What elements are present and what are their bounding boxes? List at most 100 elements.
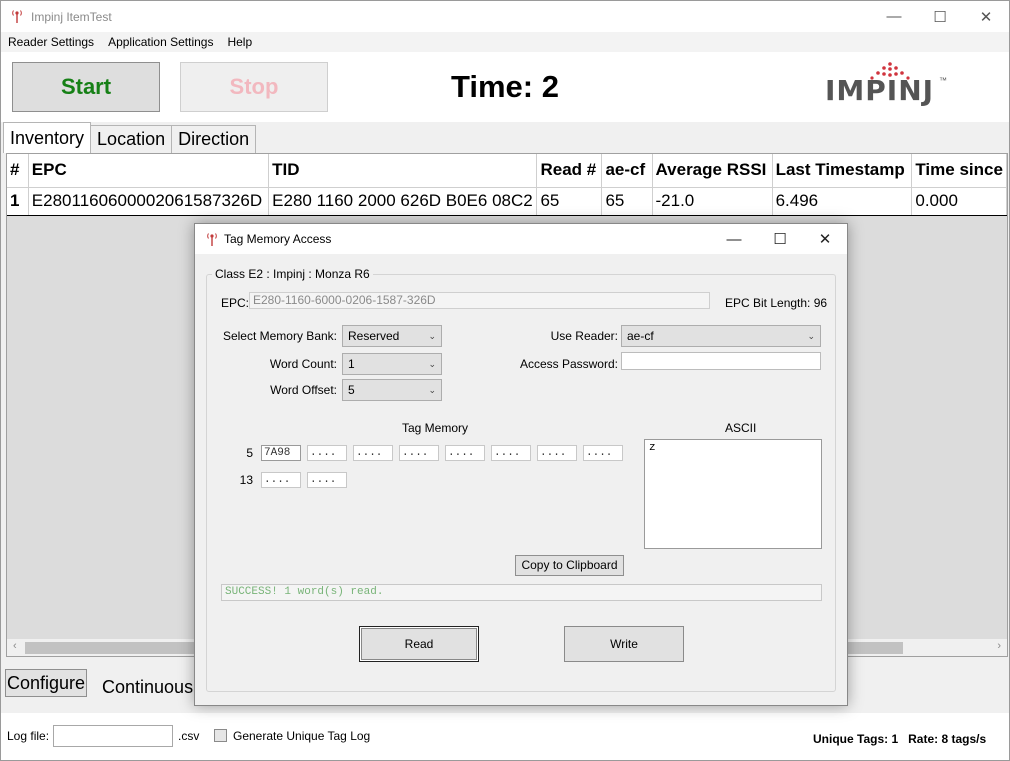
dialog-title: Tag Memory Access bbox=[224, 232, 332, 246]
memory-word[interactable]: .... bbox=[445, 445, 485, 461]
word-offset-label: Word Offset: bbox=[270, 383, 337, 397]
memory-bank-value: Reserved bbox=[348, 329, 400, 343]
ascii-label: ASCII bbox=[725, 421, 757, 435]
epc-label: EPC: bbox=[221, 296, 250, 310]
epc-bit-length: EPC Bit Length: 96 bbox=[725, 296, 828, 310]
cell-last-timestamp: 6.496 bbox=[772, 187, 913, 216]
memory-word[interactable]: .... bbox=[261, 472, 301, 488]
copy-to-clipboard-button[interactable]: Copy to Clipboard bbox=[515, 555, 624, 576]
read-button[interactable]: Read bbox=[359, 626, 479, 662]
menu-reader-settings[interactable]: Reader Settings bbox=[1, 32, 101, 52]
tab-inventory[interactable]: Inventory bbox=[3, 122, 92, 153]
chevron-down-icon: ⌄ bbox=[428, 331, 436, 341]
mode-label: Continuous bbox=[102, 677, 194, 697]
status-message: SUCCESS! 1 word(s) read. bbox=[221, 584, 822, 601]
column-header-reader[interactable]: ae-cf bbox=[601, 154, 653, 188]
memory-word[interactable]: .... bbox=[307, 472, 347, 488]
tag-memory-dialog: Tag Memory Access — ☐ ✕ Class E2 : Impin… bbox=[194, 223, 848, 706]
minimize-icon: — bbox=[726, 230, 742, 248]
status-bar: Log file: .csv Generate Unique Tag Log U… bbox=[1, 713, 1009, 760]
minimize-button[interactable]: — bbox=[871, 1, 917, 32]
column-header-tid[interactable]: TID bbox=[268, 154, 538, 188]
table-header-row: # EPC TID Read # ae-cf Average RSSI Last… bbox=[7, 154, 1007, 188]
minimize-icon: — bbox=[886, 8, 902, 25]
memory-row-offset: 13 bbox=[239, 473, 253, 487]
tag-statistics: Unique Tags: 1 Rate: 8 tags/s bbox=[813, 732, 987, 746]
ascii-textarea[interactable]: z bbox=[644, 439, 822, 549]
cell-average-rssi: -21.0 bbox=[652, 187, 773, 216]
memory-word[interactable]: .... bbox=[491, 445, 531, 461]
elapsed-time: Time: 2 bbox=[451, 69, 559, 104]
column-header-last-timestamp[interactable]: Last Timestamp bbox=[772, 154, 913, 188]
memory-word[interactable]: 7A98 bbox=[261, 445, 301, 461]
cell-epc: E2801160600002061587326D bbox=[28, 187, 270, 216]
tab-direction[interactable]: Direction bbox=[171, 125, 257, 153]
tab-location[interactable]: Location bbox=[90, 125, 173, 153]
memory-bank-select[interactable]: Reserved ⌄ bbox=[342, 325, 442, 347]
menu-application-settings[interactable]: Application Settings bbox=[101, 32, 220, 52]
unique-tag-log-label[interactable]: Generate Unique Tag Log bbox=[233, 729, 370, 743]
word-count-value: 1 bbox=[348, 357, 355, 371]
antenna-icon bbox=[207, 233, 217, 246]
scroll-left-icon[interactable]: ‹ bbox=[13, 640, 17, 652]
menu-help[interactable]: Help bbox=[220, 32, 259, 52]
cell-tid: E280 1160 2000 626D B0E6 08C2 bbox=[268, 187, 538, 216]
dialog-maximize-button[interactable]: ☐ bbox=[757, 224, 803, 254]
write-button[interactable]: Write bbox=[564, 626, 684, 662]
unique-tag-log-checkbox[interactable] bbox=[214, 729, 227, 742]
cell-reader: 65 bbox=[601, 187, 653, 216]
logo-text: IMPINJ bbox=[825, 74, 935, 107]
toolbar: Start Stop Time: 2 IMPINJ ™ bbox=[1, 52, 1009, 122]
use-reader-select[interactable]: ae-cf ⌄ bbox=[621, 325, 821, 347]
table-row[interactable]: 1 E2801160600002061587326D E280 1160 200… bbox=[7, 187, 1007, 216]
maximize-button[interactable]: ☐ bbox=[917, 1, 963, 32]
memory-word[interactable]: .... bbox=[353, 445, 393, 461]
window-title: Impinj ItemTest bbox=[31, 10, 112, 24]
close-icon: ✕ bbox=[979, 8, 993, 26]
memory-row-offset: 5 bbox=[246, 446, 253, 460]
memory-word[interactable]: .... bbox=[399, 445, 439, 461]
word-count-select[interactable]: 1 ⌄ bbox=[342, 353, 442, 375]
column-header-time-since[interactable]: Time since bbox=[911, 154, 1007, 188]
inventory-table: # EPC TID Read # ae-cf Average RSSI Last… bbox=[7, 154, 1007, 216]
word-count-label: Word Count: bbox=[269, 357, 337, 371]
column-header-epc[interactable]: EPC bbox=[28, 154, 270, 188]
cell-index: 1 bbox=[7, 187, 29, 216]
view-tabs: Inventory Location Direction bbox=[3, 122, 257, 153]
logo-trademark: ™ bbox=[939, 76, 947, 85]
scroll-right-icon[interactable]: › bbox=[997, 640, 1001, 652]
memory-word[interactable]: .... bbox=[583, 445, 623, 461]
column-header-average-rssi[interactable]: Average RSSI bbox=[652, 154, 773, 188]
dialog-title-bar: Tag Memory Access — ☐ ✕ bbox=[195, 224, 847, 254]
memory-word[interactable]: .... bbox=[537, 445, 577, 461]
maximize-icon: ☐ bbox=[773, 231, 787, 248]
column-header-index[interactable]: # bbox=[7, 154, 29, 188]
csv-extension-label: .csv bbox=[178, 729, 200, 743]
tag-class-label: Class E2 : Impinj : Monza R6 bbox=[212, 267, 373, 281]
word-offset-value: 5 bbox=[348, 383, 355, 397]
access-password-input[interactable] bbox=[621, 352, 821, 370]
stop-button[interactable]: Stop bbox=[180, 62, 328, 112]
start-button[interactable]: Start bbox=[12, 62, 160, 112]
use-reader-value: ae-cf bbox=[627, 329, 654, 343]
memory-bank-label: Select Memory Bank: bbox=[222, 329, 337, 343]
chevron-down-icon: ⌄ bbox=[428, 385, 436, 395]
tag-memory-label: Tag Memory bbox=[402, 421, 469, 435]
configure-button[interactable]: Configure bbox=[5, 669, 87, 697]
chevron-down-icon: ⌄ bbox=[428, 359, 436, 369]
chevron-down-icon: ⌄ bbox=[807, 331, 815, 341]
column-header-read-count[interactable]: Read # bbox=[536, 154, 603, 188]
epc-field: E280-1160-6000-0206-1587-326D bbox=[249, 292, 710, 309]
access-password-label: Access Password: bbox=[519, 357, 618, 371]
cell-read-count: 65 bbox=[536, 187, 603, 216]
word-offset-select[interactable]: 5 ⌄ bbox=[342, 379, 442, 401]
cell-time-since: 0.000 bbox=[911, 187, 1007, 216]
dialog-close-button[interactable]: ✕ bbox=[802, 224, 848, 254]
log-file-input[interactable] bbox=[53, 725, 173, 747]
dialog-minimize-button[interactable]: — bbox=[711, 224, 757, 254]
maximize-icon: ☐ bbox=[933, 8, 947, 26]
title-bar: Impinj ItemTest — ☐ ✕ bbox=[1, 1, 1009, 32]
close-button[interactable]: ✕ bbox=[963, 1, 1009, 32]
close-icon: ✕ bbox=[818, 231, 832, 248]
memory-word[interactable]: .... bbox=[307, 445, 347, 461]
